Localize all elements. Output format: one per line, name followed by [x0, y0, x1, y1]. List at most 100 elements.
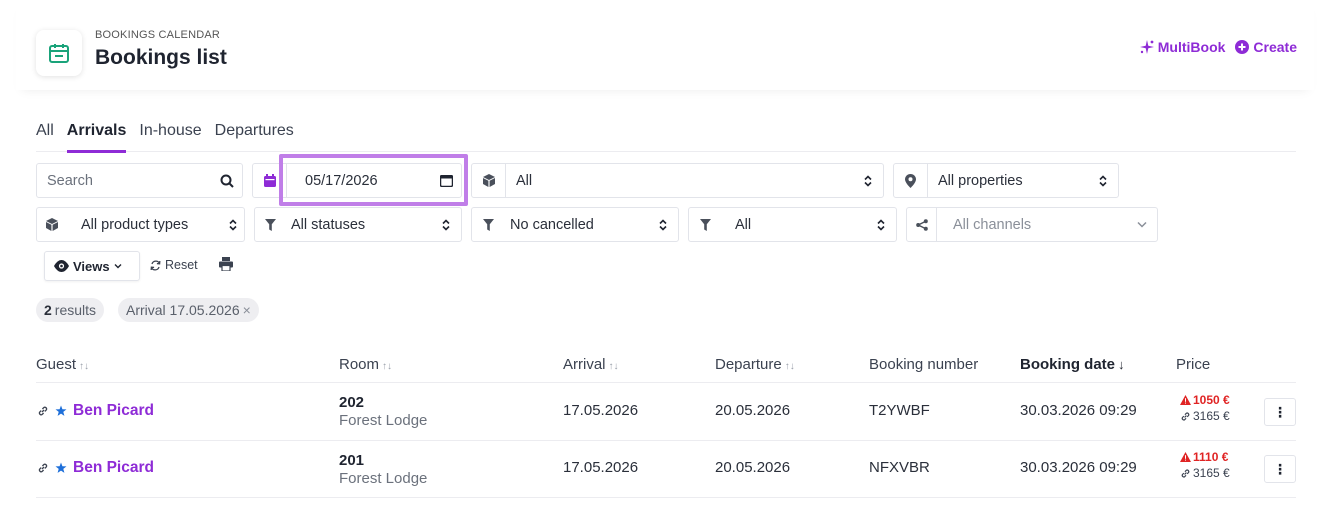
status-select[interactable]: All statuses — [254, 207, 462, 242]
product-type-select[interactable]: All product types — [36, 207, 245, 242]
arrival-filter-label: Arrival 17.05.2026 — [126, 302, 240, 318]
price-total: 3165 € — [1193, 409, 1230, 423]
column-label: Guest — [36, 356, 77, 373]
filter-icon — [472, 208, 504, 241]
price-cell: 1050 € 3165 € — [1180, 393, 1230, 423]
column-label: Arrival — [563, 356, 606, 373]
share-icon — [907, 208, 937, 241]
row-menu-button[interactable]: ⋮ — [1264, 455, 1296, 483]
channels-select[interactable]: All channels — [906, 207, 1158, 242]
departure-date: 20.05.2026 — [715, 459, 791, 476]
search-icon[interactable] — [212, 174, 242, 188]
room-number: 201 — [339, 452, 365, 469]
reset-icon — [150, 259, 161, 271]
room-number: 202 — [339, 394, 365, 411]
page-title: Bookings list — [95, 46, 227, 69]
room-name: Forest Lodge — [339, 470, 428, 487]
booking-number: NFXVBR — [869, 459, 930, 476]
property-value: All properties — [938, 172, 1023, 189]
updown-caret-icon — [222, 218, 244, 231]
results-count-chip: 2 results — [36, 298, 105, 322]
location-pin-icon — [894, 164, 928, 197]
link-icon — [38, 406, 48, 416]
tab-departures[interactable]: Departures — [215, 122, 294, 151]
unit-type-select[interactable]: All — [471, 163, 884, 198]
reset-button[interactable]: Reset — [150, 258, 198, 272]
filter-icon — [255, 208, 285, 241]
column-label: Booking number — [869, 356, 979, 373]
date-picker-icon[interactable] — [431, 174, 461, 187]
arrival-date: 17.05.2026 — [563, 459, 639, 476]
booking-date: 30.03.2026 09:29 — [1020, 459, 1137, 476]
cube-icon — [472, 164, 506, 197]
multibook-label: MultiBook — [1157, 39, 1226, 55]
guest-name-link[interactable]: Ben Picard — [73, 459, 154, 477]
booking-number: T2YWBF — [869, 402, 930, 419]
sort-desc-icon: ↓ — [1118, 357, 1125, 372]
warning-icon — [1180, 395, 1191, 405]
arrival-filter-chip[interactable]: Arrival 17.05.2026 × — [118, 298, 259, 322]
calendar-icon — [36, 30, 82, 76]
updown-caret-icon — [648, 218, 678, 231]
property-select[interactable]: All properties — [893, 163, 1119, 198]
extra-filter-select[interactable]: All — [688, 207, 897, 242]
cancelled-value: No cancelled — [510, 216, 594, 233]
table-divider — [36, 497, 1296, 498]
tab-arrivals[interactable]: Arrivals — [66, 122, 127, 153]
sort-icon: ↑↓ — [608, 361, 619, 372]
guest-name-link[interactable]: Ben Picard — [73, 402, 154, 420]
cancelled-select[interactable]: No cancelled — [471, 207, 679, 242]
row-menu-button[interactable]: ⋮ — [1264, 398, 1296, 426]
updown-caret-icon — [866, 218, 896, 231]
tab-in-house[interactable]: In-house — [139, 122, 201, 151]
room-cell: 201 Forest Lodge — [339, 452, 427, 487]
extra-filter-value: All — [735, 216, 752, 233]
results-count: 2 — [44, 302, 52, 318]
link-icon — [1181, 468, 1190, 478]
date-field[interactable]: 05/17/2026 — [252, 163, 462, 198]
column-header-room[interactable]: Room ↑↓ — [339, 356, 392, 373]
chevron-down-icon — [1127, 221, 1157, 228]
cube-icon — [37, 208, 67, 241]
filter-icon — [689, 208, 721, 241]
column-header-guest[interactable]: Guest ↑↓ — [36, 356, 89, 373]
unit-type-value: All — [516, 172, 533, 189]
print-icon[interactable] — [219, 257, 233, 276]
sort-icon: ↑↓ — [79, 361, 90, 372]
departure-date: 20.05.2026 — [715, 402, 791, 419]
column-label: Departure — [715, 356, 782, 373]
column-header-departure[interactable]: Departure ↑↓ — [715, 356, 795, 373]
table-row: Ben Picard — [37, 459, 154, 477]
create-button[interactable]: Create — [1235, 39, 1297, 55]
column-header-booking-number: Booking number — [869, 356, 978, 373]
price-alert: 1110 € — [1193, 450, 1229, 464]
tab-all[interactable]: All — [36, 122, 54, 151]
price-total: 3165 € — [1193, 466, 1230, 480]
table-divider — [36, 440, 1296, 441]
price-cell: 1110 € 3165 € — [1180, 450, 1230, 480]
table-row: Ben Picard — [37, 402, 154, 420]
calendar-small-icon — [253, 164, 287, 197]
column-header-booking-date[interactable]: Booking date ↓ — [1020, 356, 1125, 373]
room-cell: 202 Forest Lodge — [339, 394, 427, 429]
warning-icon — [1180, 452, 1191, 462]
column-header-arrival[interactable]: Arrival ↑↓ — [563, 356, 619, 373]
multibook-button[interactable]: MultiBook — [1139, 39, 1226, 55]
arrival-date: 17.05.2026 — [563, 402, 639, 419]
views-label: Views — [73, 258, 110, 274]
plus-circle-icon — [1235, 40, 1250, 54]
channel-star-icon — [55, 405, 67, 416]
room-name: Forest Lodge — [339, 412, 428, 429]
column-header-price: Price — [1176, 356, 1210, 373]
updown-caret-icon — [853, 174, 883, 187]
status-value: All statuses — [291, 216, 366, 233]
results-label: results — [54, 302, 97, 318]
kebab-icon: ⋮ — [1273, 403, 1287, 420]
chip-close-icon[interactable]: × — [243, 302, 251, 318]
views-button[interactable]: Views — [44, 251, 140, 281]
search-input[interactable]: Search — [36, 163, 243, 198]
booking-date: 30.03.2026 09:29 — [1020, 402, 1137, 419]
link-icon — [1181, 411, 1190, 421]
date-value: 05/17/2026 — [305, 172, 378, 189]
page-header: BOOKINGS CALENDAR Bookings list MultiBoo… — [16, 0, 1314, 90]
